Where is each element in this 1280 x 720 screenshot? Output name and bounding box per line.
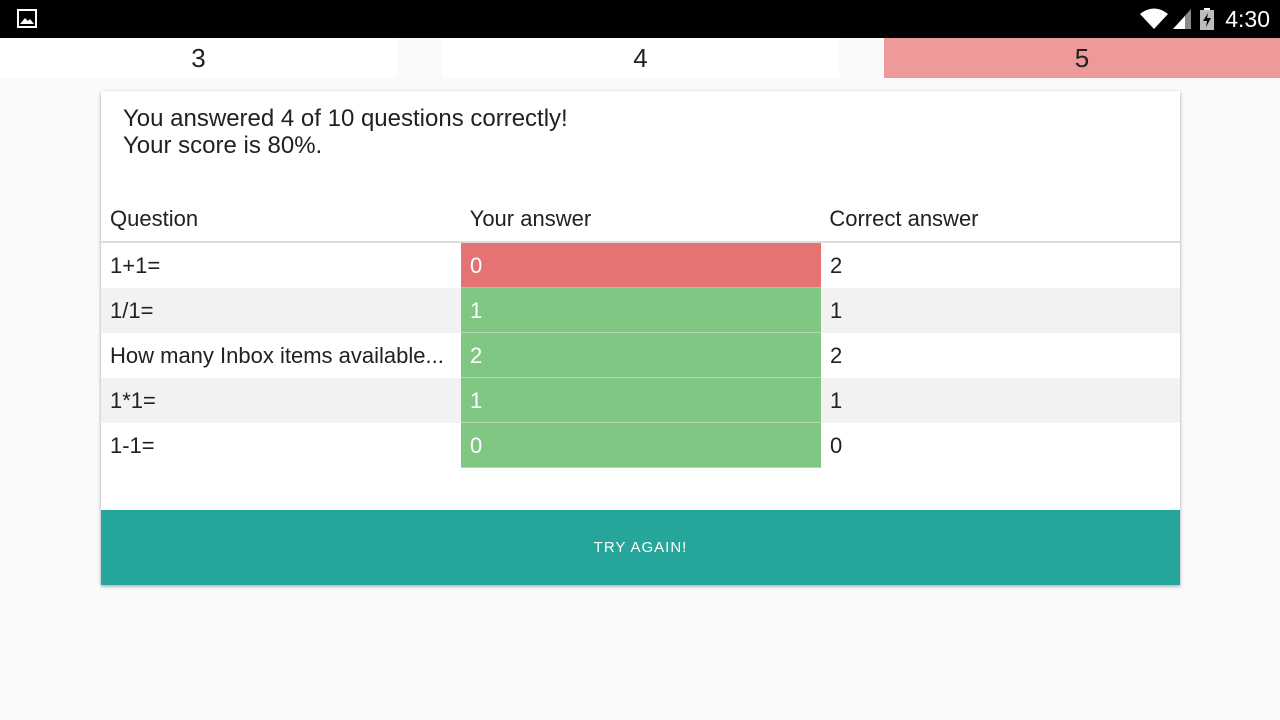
status-bar: 4:30 <box>0 0 1280 38</box>
summary-line-score: Your score is 80%. <box>123 132 323 159</box>
question-cell: 1/1= <box>110 298 154 323</box>
your-answer-cell: 1 <box>461 378 821 423</box>
battery-charging-icon <box>1200 8 1215 30</box>
correct-answer-cell: 2 <box>830 343 843 368</box>
try-again-button[interactable]: TRY AGAIN! <box>101 510 1180 585</box>
result-card: You answered 4 of 10 questions correctly… <box>101 91 1180 585</box>
table-header: Question Your answer Correct answer <box>101 197 1180 243</box>
header-your-answer: Your answer <box>469 206 592 231</box>
table-row: 1+1= 0 2 <box>101 243 1180 288</box>
score-summary: You answered 4 of 10 questions correctly… <box>123 105 568 159</box>
page-tab-5[interactable]: 5 <box>884 38 1280 78</box>
table-row: 1/1= 1 1 <box>101 288 1180 333</box>
correct-answer-cell: 1 <box>830 388 843 413</box>
wifi-icon <box>1140 8 1169 29</box>
header-question: Question <box>110 206 199 231</box>
image-notification-icon <box>17 9 37 28</box>
correct-answer-cell: 1 <box>830 298 843 323</box>
correct-answer-cell: 0 <box>830 433 843 458</box>
cell-signal-icon <box>1173 9 1192 29</box>
question-cell: 1+1= <box>110 253 161 278</box>
system-icons: 4:30 <box>1139 0 1270 38</box>
page-tab-4[interactable]: 4 <box>442 38 839 78</box>
question-cell: 1*1= <box>110 388 156 413</box>
correct-answer-cell: 2 <box>830 253 843 278</box>
table-row: 1*1= 1 1 <box>101 378 1180 423</box>
your-answer-cell: 0 <box>461 423 821 468</box>
question-cell: How many Inbox items available... <box>110 343 444 368</box>
question-cell: 1-1= <box>110 433 155 458</box>
clock: 4:30 <box>1225 6 1270 32</box>
results-table: Question Your answer Correct answer 1+1=… <box>101 197 1180 468</box>
table-row: 1-1= 0 0 <box>101 423 1180 468</box>
your-answer-cell: 2 <box>461 333 821 378</box>
header-correct-answer: Correct answer <box>829 206 979 231</box>
page-tab-3[interactable]: 3 <box>0 38 397 78</box>
your-answer-cell: 0 <box>461 243 821 288</box>
summary-line-correct-count: You answered 4 of 10 questions correctly… <box>123 105 568 132</box>
your-answer-cell: 1 <box>461 288 821 333</box>
table-row: How many Inbox items available... 2 2 <box>101 333 1180 378</box>
